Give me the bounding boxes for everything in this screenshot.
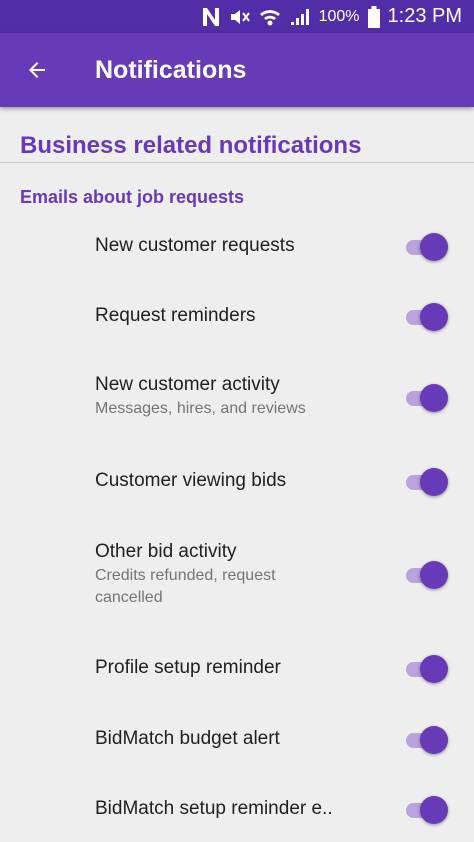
setting-label: BidMatch budget alert xyxy=(95,728,280,749)
toggle-switch-profile-setup-reminder[interactable] xyxy=(404,654,448,684)
toggle-switch-new-customer-requests[interactable] xyxy=(404,232,448,262)
subsection-title: Emails about job requests xyxy=(20,187,245,207)
battery-percent: 100% xyxy=(318,7,360,25)
setting-label: BidMatch setup reminder e.. xyxy=(95,798,333,819)
toggle-switch-bidmatch-budget-alert[interactable] xyxy=(404,725,448,755)
toggle-switch-request-reminders[interactable] xyxy=(404,302,448,332)
toggle-switch-other-bid-activity[interactable] xyxy=(404,560,448,590)
setting-label: Customer viewing bids xyxy=(95,470,287,491)
setting-label: New customer activity xyxy=(95,374,280,395)
setting-label: New customer requests xyxy=(95,235,295,256)
status-time: 1:23 PM xyxy=(387,5,462,27)
toggle-switch-new-customer-activity[interactable] xyxy=(404,383,448,413)
setting-label: Request reminders xyxy=(95,305,256,326)
page-title: Notifications xyxy=(95,55,247,84)
section-divider xyxy=(0,162,474,163)
toggle-switch-customer-viewing-bids[interactable] xyxy=(404,467,448,497)
signal-icon xyxy=(289,7,311,27)
setting-label: Profile setup reminder xyxy=(95,657,281,678)
setting-label: Other bid activity xyxy=(95,541,237,562)
n-badge-icon xyxy=(201,6,221,28)
mute-icon xyxy=(229,7,251,27)
toggle-switch-bidmatch-setup-reminder[interactable] xyxy=(404,795,448,825)
arrow-back-icon xyxy=(29,62,45,78)
settings-content[interactable]: Business related notifications Emails ab… xyxy=(0,107,474,842)
setting-description: Credits refunded, request cancelled xyxy=(95,567,276,606)
battery-icon xyxy=(367,5,380,28)
back-button[interactable] xyxy=(0,33,74,107)
app-bar: Notifications xyxy=(0,33,474,107)
section-title: Business related notifications xyxy=(20,132,362,159)
status-bar: 100% 1:23 PM xyxy=(0,0,474,33)
setting-description: Messages, hires, and reviews xyxy=(95,400,306,417)
wifi-icon xyxy=(259,7,281,27)
